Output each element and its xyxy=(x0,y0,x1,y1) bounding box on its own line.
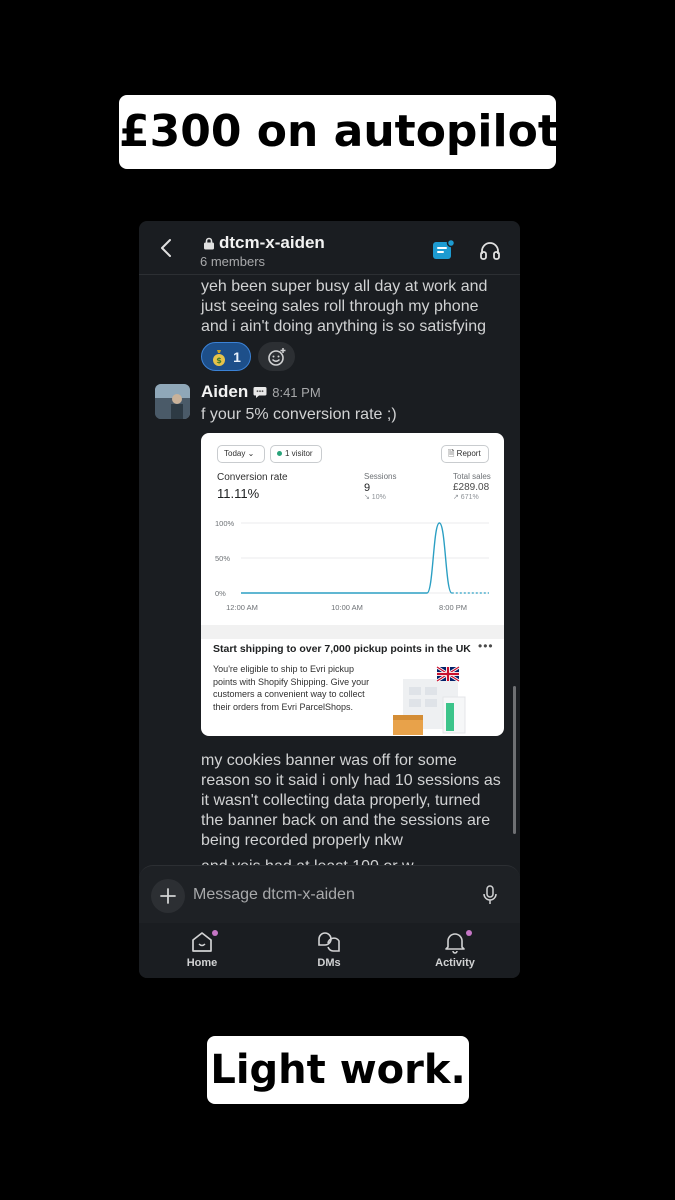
dms-icon xyxy=(318,932,340,952)
author-name: Aiden xyxy=(201,382,249,401)
chart-x-tick-label: 12:00 AM xyxy=(226,603,258,612)
chevron-down-icon: ⌄ xyxy=(247,449,255,458)
activity-badge xyxy=(466,930,472,936)
top-caption: £300 on autopilot xyxy=(119,95,559,169)
conversion-value: 11.11% xyxy=(217,486,260,501)
message-time: 8:41 PM xyxy=(272,384,321,400)
bottom-tab-bar: Home DMs Activity xyxy=(139,923,520,978)
chart-y-tick-label: 0% xyxy=(215,589,226,598)
sessions-label: Sessions xyxy=(364,472,397,481)
sales-change: ↗ 671% xyxy=(453,494,479,501)
tab-dms-label: DMs xyxy=(317,957,341,969)
message-composer xyxy=(139,865,520,923)
message-text: f your 5% conversion rate ;) xyxy=(201,406,397,423)
shipping-card-body: You're eligible to ship to Evri pickup p… xyxy=(213,664,370,712)
live-dot-icon xyxy=(277,451,282,457)
slack-screen: dtcm-x-aiden 6 members yeh been super bu… xyxy=(139,221,520,978)
avatar-photo xyxy=(155,384,190,419)
report-button: 🗎 Report xyxy=(441,445,489,463)
tab-home-label: Home xyxy=(186,957,218,969)
status-speech-icon xyxy=(253,386,267,398)
channel-header: dtcm-x-aiden 6 members xyxy=(139,221,520,275)
panel-divider xyxy=(201,625,504,639)
shopify-screenshot-attachment[interactable]: Today ⌄ 1 visitor 🗎 Report Conversion ra… xyxy=(201,433,504,736)
message-author[interactable]: Aiden 8:41 PM xyxy=(201,382,321,402)
microphone-icon[interactable] xyxy=(482,885,498,905)
plus-icon xyxy=(160,888,176,904)
add-attachment-button[interactable] xyxy=(151,879,185,913)
message-text: my cookies banner was off for some reaso… xyxy=(201,752,501,849)
visitor-label: 1 visitor xyxy=(285,449,313,458)
add-reaction-button[interactable] xyxy=(258,342,295,371)
report-icon: 🗎 xyxy=(448,449,455,458)
tab-activity[interactable]: Activity xyxy=(415,930,495,974)
sales-label: Total sales xyxy=(453,472,491,481)
scrollbar[interactable] xyxy=(513,686,516,834)
report-label: Report xyxy=(456,449,481,458)
chart-y-tick-label: 100% xyxy=(215,519,235,528)
add-emoji-icon xyxy=(267,347,285,366)
member-count[interactable]: 6 members xyxy=(200,254,265,269)
lock-icon xyxy=(204,237,214,249)
tab-activity-label: Activity xyxy=(435,957,475,969)
shipping-card-title: Start shipping to over 7,000 pickup poin… xyxy=(213,643,471,655)
more-options-icon: ••• xyxy=(478,639,494,653)
tab-home[interactable]: Home xyxy=(162,930,242,974)
message-text: yeh been super busy all day at work and … xyxy=(201,278,488,335)
conversion-chart: 100% 50% 0%12:00 AM 10:00 AM 8:00 PM xyxy=(215,519,489,612)
bottom-caption: Light work. xyxy=(207,1036,469,1104)
avatar[interactable] xyxy=(155,384,190,419)
money-bag-emoji-icon: $ xyxy=(213,349,226,366)
sessions-change: ↘ 10% xyxy=(364,494,386,501)
back-chevron-icon[interactable] xyxy=(157,237,177,259)
sales-value: £289.08 xyxy=(453,482,490,493)
reaction-pill[interactable]: $ 1 xyxy=(201,342,251,371)
message-input[interactable] xyxy=(193,880,473,910)
bell-icon xyxy=(445,933,465,954)
channel-title[interactable]: dtcm-x-aiden xyxy=(203,233,325,253)
reaction-count: 1 xyxy=(233,348,241,365)
live-visitor-pill: 1 visitor xyxy=(270,445,322,463)
date-filter: Today ⌄ xyxy=(217,445,265,463)
analytics-panel: Today ⌄ 1 visitor 🗎 Report Conversion ra… xyxy=(201,433,504,625)
home-badge xyxy=(212,930,218,936)
tab-dms[interactable]: DMs xyxy=(289,930,369,974)
headphones-icon[interactable] xyxy=(479,240,501,261)
channel-name: dtcm-x-aiden xyxy=(219,233,325,252)
chart-x-tick-label: 10:00 AM xyxy=(331,603,363,612)
svg-text:$: $ xyxy=(216,356,222,365)
shipping-illustration-icon xyxy=(393,665,466,735)
chart-x-tick-label: 8:00 PM xyxy=(439,603,467,612)
chart-y-tick-label: 50% xyxy=(215,554,230,563)
date-filter-label: Today xyxy=(224,449,246,458)
conversion-label: Conversion rate xyxy=(217,472,288,483)
canvas-icon[interactable] xyxy=(432,239,456,261)
